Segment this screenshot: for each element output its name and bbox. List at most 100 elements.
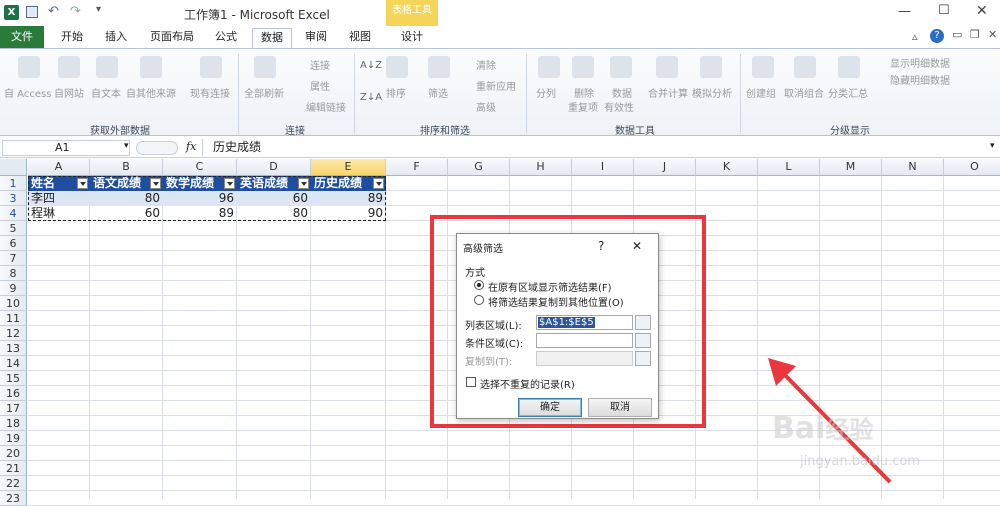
data-validation-icon[interactable] xyxy=(610,56,632,78)
tab-page-layout[interactable]: 页面布局 xyxy=(144,28,200,48)
name-box[interactable]: A1 xyxy=(2,140,130,156)
consolidate-icon[interactable] xyxy=(656,56,678,78)
column-header[interactable]: O xyxy=(944,159,1000,176)
column-header[interactable]: J xyxy=(634,159,696,176)
show-detail-button[interactable]: 显示明细数据 xyxy=(876,55,950,70)
filter-button[interactable]: 筛选 xyxy=(428,85,448,100)
hide-detail-button[interactable]: 隐藏明细数据 xyxy=(876,72,950,87)
option-in-place-radio[interactable] xyxy=(474,280,484,290)
option-copy-radio[interactable] xyxy=(474,295,484,305)
row-header[interactable]: 6 xyxy=(0,236,27,251)
reapply-button[interactable]: 重新应用 xyxy=(462,78,516,93)
row-header[interactable]: 14 xyxy=(0,356,27,371)
column-header[interactable]: K xyxy=(696,159,758,176)
workbook-restore-icon[interactable]: ❐ xyxy=(970,28,980,41)
group-button[interactable]: 创建组 xyxy=(746,85,776,100)
subtotal-icon[interactable] xyxy=(838,56,860,78)
consolidate-button[interactable]: 合并计算 xyxy=(648,85,688,100)
help-button[interactable]: ? xyxy=(598,239,604,253)
remove-duplicates-label-2[interactable]: 重复项 xyxy=(568,99,598,114)
row-header[interactable]: 22 xyxy=(0,476,27,491)
subtotal-button[interactable]: 分类汇总 xyxy=(828,85,868,100)
criteria-range-input[interactable] xyxy=(536,333,633,348)
row-header[interactable]: 18 xyxy=(0,416,27,431)
maximize-icon[interactable]: ☐ xyxy=(938,3,950,18)
column-header[interactable]: E xyxy=(311,159,386,176)
what-if-button[interactable]: 模拟分析 xyxy=(692,85,732,100)
sort-button[interactable]: 排序 xyxy=(386,85,406,100)
existing-connections-button[interactable]: 现有连接 xyxy=(190,85,230,100)
data-validation-label-2[interactable]: 有效性 xyxy=(604,99,634,114)
unique-records-label[interactable]: 选择不重复的记录(R) xyxy=(480,376,575,391)
column-header[interactable]: L xyxy=(758,159,820,176)
column-header[interactable]: H xyxy=(510,159,572,176)
row-header[interactable]: 4 xyxy=(0,206,27,221)
close-icon[interactable]: ✕ xyxy=(976,3,988,19)
tab-home[interactable]: 开始 xyxy=(54,28,90,48)
workbook-close-icon[interactable]: ✕ xyxy=(988,28,997,41)
row-header[interactable]: 7 xyxy=(0,251,27,266)
tab-design[interactable]: 设计 xyxy=(392,28,432,48)
ungroup-icon[interactable] xyxy=(794,56,816,78)
formula-bar-handle-icon[interactable] xyxy=(136,141,178,155)
row-header[interactable]: 15 xyxy=(0,371,27,386)
insert-function-icon[interactable]: fx xyxy=(186,140,196,153)
group-icon[interactable] xyxy=(752,56,774,78)
from-access-button[interactable]: 自 Access xyxy=(4,85,51,100)
ungroup-button[interactable]: 取消组合 xyxy=(784,85,824,100)
properties-button[interactable]: 属性 xyxy=(296,78,330,93)
refresh-all-button[interactable]: 全部刷新 xyxy=(244,85,284,100)
dialog-close-button[interactable]: ✕ xyxy=(632,239,642,253)
row-header[interactable]: 19 xyxy=(0,431,27,446)
what-if-icon[interactable] xyxy=(700,56,722,78)
advanced-button[interactable]: 高级 xyxy=(462,99,496,114)
undo-icon[interactable]: ↶ xyxy=(48,4,59,19)
text-to-columns-icon[interactable] xyxy=(538,56,560,78)
row-header[interactable]: 9 xyxy=(0,281,27,296)
clear-button[interactable]: 清除 xyxy=(462,57,496,72)
column-header[interactable]: D xyxy=(237,159,311,176)
refresh-all-icon[interactable] xyxy=(254,56,276,78)
option-in-place-label[interactable]: 在原有区域显示筛选结果(F) xyxy=(488,279,612,294)
from-other-sources-button[interactable]: 自其他来源 xyxy=(126,85,176,100)
qat-customize-icon[interactable]: ▾ xyxy=(96,4,101,15)
column-header[interactable]: B xyxy=(90,159,163,176)
column-header[interactable]: I xyxy=(572,159,634,176)
other-sources-icon[interactable] xyxy=(140,56,162,78)
remove-duplicates-label-1[interactable]: 删除 xyxy=(574,85,594,100)
sort-asc-icon[interactable]: A↓Z xyxy=(360,60,382,71)
sort-icon[interactable] xyxy=(386,56,408,78)
connections-button[interactable]: 连接 xyxy=(296,57,330,72)
text-to-columns-button[interactable]: 分列 xyxy=(536,85,556,100)
from-text-button[interactable]: 自文本 xyxy=(91,85,121,100)
filter-icon[interactable] xyxy=(428,56,450,78)
row-header[interactable]: 12 xyxy=(0,326,27,341)
row-header[interactable]: 13 xyxy=(0,341,27,356)
tab-formulas[interactable]: 公式 xyxy=(208,28,244,48)
tab-data[interactable]: 数据 xyxy=(252,28,292,49)
select-all-corner[interactable] xyxy=(0,159,27,176)
minimize-icon[interactable]: — xyxy=(898,4,911,19)
save-icon[interactable] xyxy=(26,6,38,18)
expand-formula-bar-icon[interactable]: ▾ xyxy=(990,141,995,151)
criteria-range-picker-icon[interactable] xyxy=(635,333,651,348)
row-header[interactable]: 5 xyxy=(0,221,27,236)
row-header[interactable]: 1 xyxy=(0,176,27,191)
row-header[interactable]: 16 xyxy=(0,386,27,401)
tab-view[interactable]: 视图 xyxy=(342,28,378,48)
redo-icon[interactable]: ↷ xyxy=(70,4,81,19)
column-header[interactable]: N xyxy=(882,159,944,176)
column-header[interactable]: C xyxy=(163,159,237,176)
sort-desc-icon[interactable]: Z↓A xyxy=(360,92,382,103)
column-header[interactable]: F xyxy=(386,159,448,176)
tab-insert[interactable]: 插入 xyxy=(98,28,134,48)
row-header[interactable]: 21 xyxy=(0,461,27,476)
row-header[interactable]: 8 xyxy=(0,266,27,281)
web-icon[interactable] xyxy=(58,56,80,78)
tab-review[interactable]: 审阅 xyxy=(298,28,334,48)
row-header[interactable]: 11 xyxy=(0,311,27,326)
option-copy-label[interactable]: 将筛选结果复制到其他位置(O) xyxy=(488,294,624,309)
access-icon[interactable] xyxy=(18,56,40,78)
list-range-input[interactable]: $A$1:$E$5 xyxy=(536,315,633,330)
column-header[interactable]: G xyxy=(448,159,510,176)
